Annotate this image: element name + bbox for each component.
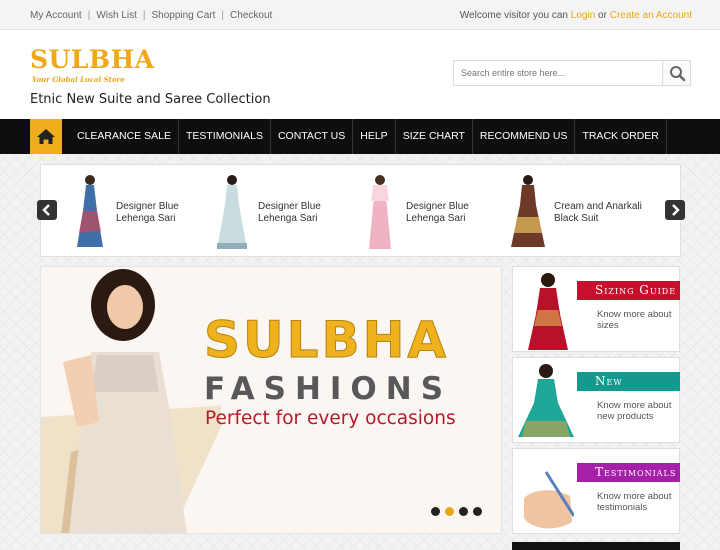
search-input[interactable] (454, 61, 662, 85)
product-name: Cream and Anarkali Black Suit (554, 201, 642, 224)
product-image (511, 175, 545, 247)
search-icon (670, 66, 686, 82)
wish-list-link[interactable]: Wish List (96, 10, 137, 21)
slide-indicators (431, 507, 482, 516)
new-products-image (518, 364, 574, 437)
sizing-guide-image (528, 273, 568, 350)
home-button[interactable] (30, 119, 62, 154)
nav-clearance-sale[interactable]: CLEARANCE SALE (62, 119, 179, 154)
nav-help[interactable]: HELP (353, 119, 396, 154)
nav-items: CLEARANCE SALE TESTIMONIALS CONTACT US H… (62, 119, 667, 154)
carousel-product[interactable]: Designer Blue Lehenga Sari (213, 171, 353, 253)
site-title: Etnic New Suite and Saree Collection (30, 92, 271, 107)
hero-banner[interactable]: SULBHA FASHIONS Perfect for every occasi… (40, 266, 502, 534)
product-carousel: Designer Blue Lehenga Sari Designer Blue… (40, 164, 681, 257)
testimonials-label: Testimonials (577, 463, 680, 482)
account-links: My Account | Wish List | Shopping Cart | Check… (30, 10, 273, 21)
new-products-box[interactable]: New Products Know more about new product… (512, 357, 680, 443)
product-image (369, 175, 391, 249)
welcome-text: Welcome visitor you can (459, 10, 568, 21)
product-name: Designer Blue Lehenga Sari (116, 201, 179, 224)
banner-tagline: Perfect for every occasions (205, 408, 456, 429)
sizing-guide-label: Sizing Guide (577, 281, 680, 300)
top-bar: My Account | Wish List | Shopping Cart | Check… (0, 0, 720, 30)
sizing-guide-box[interactable]: Sizing Guide Know more about sizes (512, 266, 680, 352)
logo-tagline: Your Global Local Store (32, 75, 125, 84)
new-products-label: New Products (577, 372, 680, 407)
carousel-product[interactable]: Designer Blue Lehenga Sari (71, 171, 211, 253)
nav-testimonials[interactable]: TESTIMONIALS (179, 119, 271, 154)
logo[interactable]: SULBHA (30, 46, 155, 74)
shopping-cart-link[interactable]: Shopping Cart (151, 10, 215, 21)
sizing-guide-desc: Know more about sizes (597, 309, 672, 331)
home-icon (37, 129, 55, 144)
nav-track-order[interactable]: TRACK ORDER (575, 119, 667, 154)
chevron-left-icon (42, 204, 50, 216)
testimonials-image (524, 471, 574, 529)
header: SULBHA Your Global Local Store Etnic New… (0, 30, 720, 119)
new-products-desc: Know more about new products (597, 400, 672, 422)
banner-brand: SULBHA (203, 311, 450, 370)
product-image (77, 175, 103, 247)
main-nav: CLEARANCE SALE TESTIMONIALS CONTACT US H… (0, 119, 720, 154)
carousel-prev-button[interactable] (37, 200, 57, 220)
testimonials-desc: Know more about testimonials (597, 491, 672, 513)
product-name: Designer Blue Lehenga Sari (258, 201, 321, 224)
or-text: or (598, 10, 607, 21)
my-account-link[interactable]: My Account (30, 10, 82, 21)
nav-contact-us[interactable]: CONTACT US (271, 119, 354, 154)
slide-dot[interactable] (459, 507, 468, 516)
welcome-message: Welcome visitor you can Login or Create … (460, 10, 692, 21)
login-link[interactable]: Login (571, 10, 595, 21)
side-banner-partial (512, 542, 680, 550)
product-name: Designer Blue Lehenga Sari (406, 201, 469, 224)
slide-dot-active[interactable] (445, 507, 454, 516)
carousel-next-button[interactable] (665, 200, 685, 220)
slide-dot[interactable] (431, 507, 440, 516)
nav-size-chart[interactable]: SIZE CHART (396, 119, 473, 154)
slide-dot[interactable] (473, 507, 482, 516)
nav-recommend-us[interactable]: RECOMMEND US (473, 119, 576, 154)
carousel-product[interactable]: Designer Blue Lehenga Sari (361, 171, 501, 253)
search-button[interactable] (662, 61, 690, 85)
banner-subtitle: FASHIONS (204, 371, 453, 407)
search-box (453, 60, 691, 86)
testimonials-box[interactable]: Testimonials Know more about testimonial… (512, 448, 680, 534)
model-image (41, 269, 221, 533)
chevron-right-icon (672, 204, 680, 216)
product-image (217, 175, 247, 249)
create-account-link[interactable]: Create an Account (610, 10, 692, 21)
checkout-link[interactable]: Checkout (230, 10, 272, 21)
carousel-product[interactable]: Cream and Anarkali Black Suit (509, 171, 669, 253)
